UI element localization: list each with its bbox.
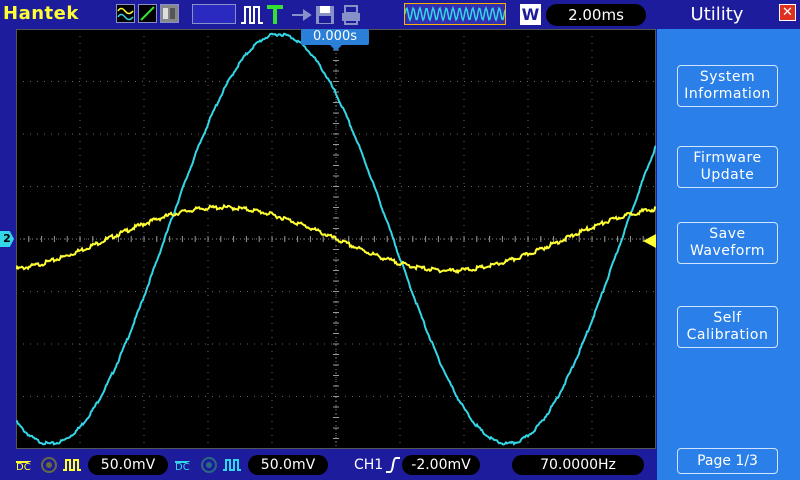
trigger-level-readout[interactable]: -2.00mV — [402, 455, 480, 475]
trigger-position-arrow-icon — [330, 45, 342, 51]
persistence-icon[interactable] — [160, 4, 179, 23]
pulse-trigger-icon — [240, 4, 264, 30]
overview-trace — [404, 5, 506, 23]
waveform-display[interactable] — [15, 28, 657, 450]
frequency-readout: 70.0000Hz — [512, 455, 644, 475]
ch2-scale-readout[interactable]: 50.0mV — [248, 455, 328, 475]
acquire-mode-indicator: W — [520, 4, 541, 25]
ch1-invert-icon — [62, 456, 82, 476]
memory-overview-waveform[interactable] — [404, 3, 506, 25]
trigger-icon — [266, 4, 284, 30]
utility-menu: Utility ✕ System Information Firmware Up… — [657, 0, 800, 480]
brand-logo: Hantek — [3, 3, 79, 24]
save-disk-icon[interactable] — [314, 4, 336, 30]
ch1-bandwidth-icon — [40, 456, 58, 476]
trigger-source-label: CH1 — [354, 457, 384, 473]
top-status-bar: Hantek W 2.00ms — [0, 0, 657, 30]
menu-title: Utility — [690, 4, 744, 25]
ch1-scale-readout[interactable]: 50.0mV — [88, 455, 168, 475]
ch2-coupling-icon: ▁▁ DC — [175, 454, 190, 473]
ch1-coupling-label: DC — [16, 462, 31, 473]
ch1-coupling-icon: ▁▁ DC — [16, 454, 31, 473]
ch2-bandwidth-icon — [200, 456, 218, 476]
trigger-level-marker-icon[interactable] — [643, 234, 656, 248]
display-mode-icon[interactable] — [116, 4, 135, 23]
menu-title-bar: Utility ✕ — [657, 0, 800, 29]
ch2-invert-icon — [222, 456, 242, 476]
trigger-position-readout[interactable]: 0.000s — [301, 29, 369, 45]
self-calibration-button[interactable]: Self Calibration — [677, 306, 778, 348]
firmware-update-button[interactable]: Firmware Update — [677, 146, 778, 188]
system-information-button[interactable]: System Information — [677, 65, 778, 107]
rising-edge-icon — [385, 456, 401, 476]
printer-icon[interactable] — [340, 4, 362, 30]
channel-2-ground-marker[interactable]: 2 — [0, 231, 14, 247]
ch2-coupling-label: DC — [175, 462, 190, 473]
timebase-readout[interactable]: 2.00ms — [546, 4, 646, 26]
close-icon[interactable]: ✕ — [779, 4, 796, 21]
page-button[interactable]: Page 1/3 — [677, 448, 778, 474]
status-indicator-box — [192, 4, 236, 24]
vector-display-icon[interactable] — [138, 4, 157, 23]
waveform-canvas — [15, 28, 657, 450]
save-waveform-button[interactable]: Save Waveform — [677, 222, 778, 264]
usb-connect-icon — [290, 4, 312, 30]
